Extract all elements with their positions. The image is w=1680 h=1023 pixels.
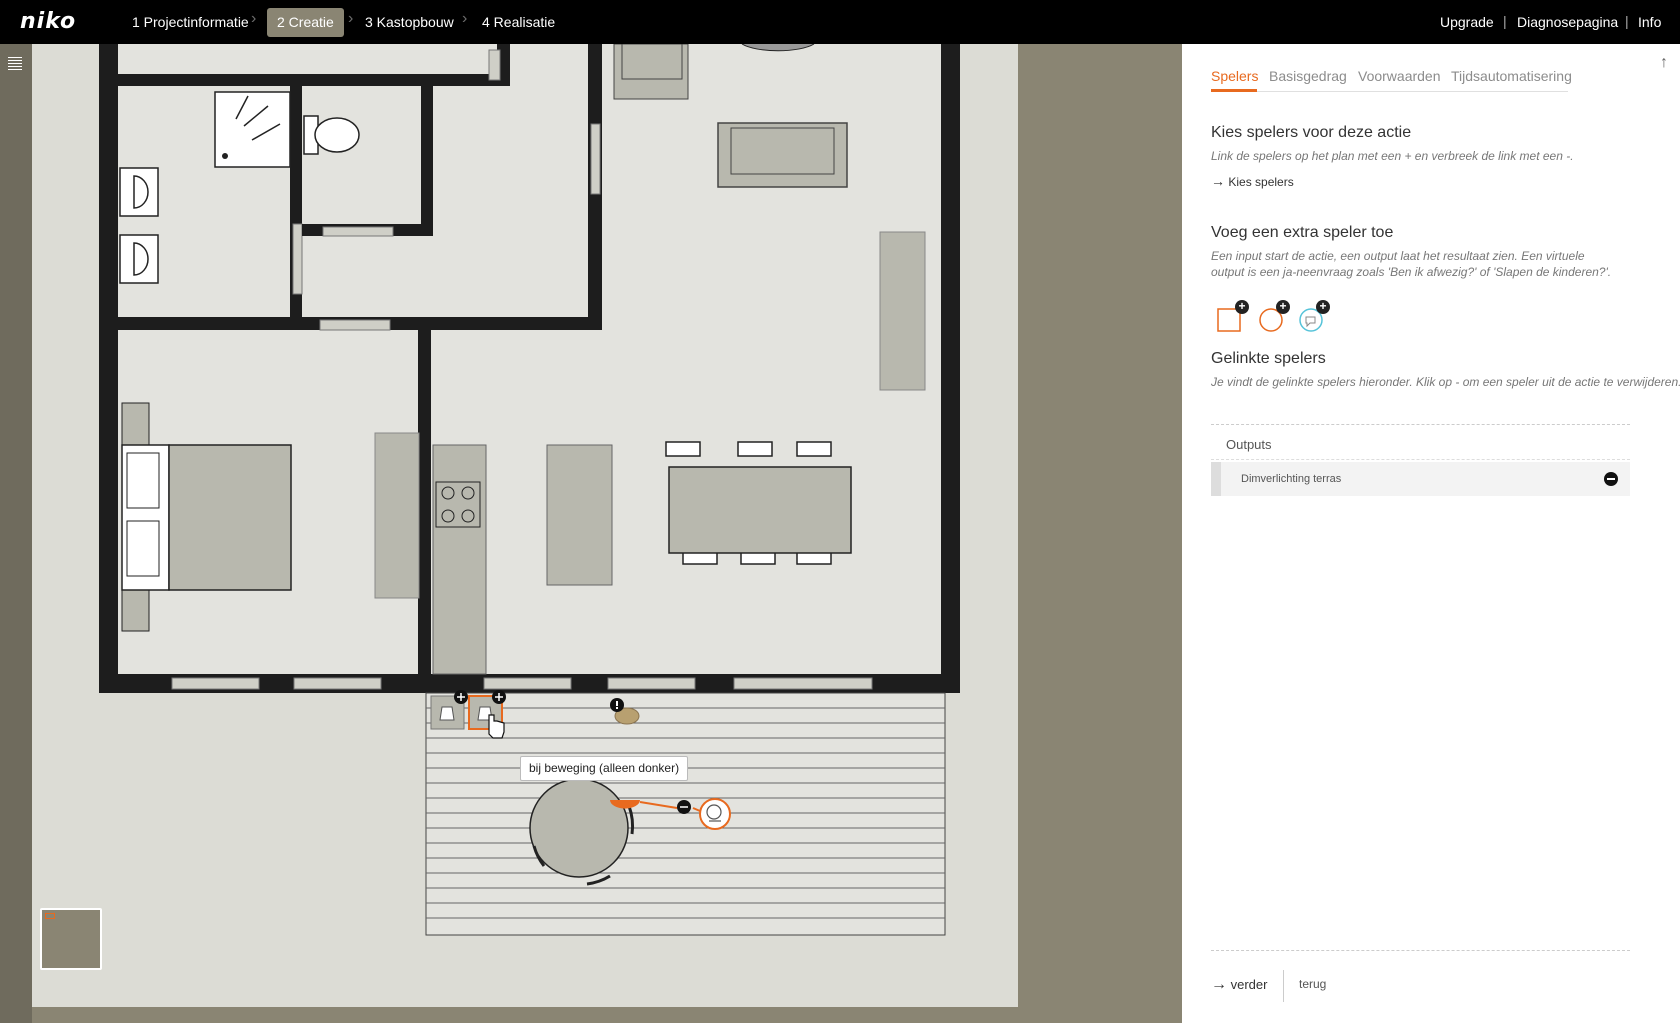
window [293,677,382,690]
tab-voorwaarden[interactable]: Voorwaarden [1358,68,1441,90]
window [171,677,260,690]
arrow-right-icon: → [1211,173,1225,189]
cabinet [879,231,926,391]
outputs-label: Outputs [1226,437,1272,452]
step-kastopbouw[interactable]: 3 Kastopbouw [355,8,464,37]
back-button[interactable]: terug [1299,977,1326,991]
switch-player-icon[interactable] [430,690,468,730]
diagnose-link[interactable]: Diagnosepagina [1517,14,1618,30]
remove-player-icon[interactable] [1604,472,1618,486]
step-projectinformatie[interactable]: 1 Projectinformatie [122,8,259,37]
niko-logo[interactable]: niko [20,9,76,34]
divider [1211,459,1630,460]
choose-players-title: Kies spelers voor deze actie [1211,124,1412,141]
choose-players-link-label: Kies spelers [1228,175,1294,189]
bed [168,444,292,591]
linked-player-row[interactable]: Dimverlichting terras [1211,462,1630,496]
list-menu-icon[interactable] [8,57,22,73]
chevron-right-icon: › [251,10,257,27]
window [733,677,873,690]
active-tab-indicator [1211,89,1257,92]
divider [1211,424,1630,425]
add-player-desc: Een input start de actie, een output laa… [1211,249,1612,279]
linked-players-desc: Je vindt de gelinkte spelers hieronder. … [1211,375,1680,389]
kitchen-counter [432,444,487,675]
top-bar: niko 1 Projectinformatie › 2 Creatie › 3… [0,0,1680,44]
linked-players-title: Gelinkte spelers [1211,350,1326,367]
tab-tijdsautomatisering[interactable]: Tijdsautomatisering [1451,68,1572,90]
remove-link-icon[interactable] [677,800,691,814]
window [483,677,572,690]
floor-plan-canvas[interactable]: bij beweging (alleen donker) [32,44,1018,1007]
properties-panel: ↑ Spelers Basisgedrag Voorwaarden Tijdsa… [1182,44,1680,1023]
row-marker [1211,462,1221,496]
add-input-button[interactable]: + [1217,300,1249,332]
divider [1211,950,1630,951]
choose-players-link[interactable]: → Kies spelers [1211,173,1294,189]
choose-players-desc: Link de spelers op het plan met een + en… [1211,149,1574,163]
plus-icon: + [1235,300,1249,314]
tab-bar-divider [1211,91,1568,92]
next-button[interactable]: → verder [1211,976,1267,994]
divider [1283,970,1284,1002]
plus-icon: + [1316,300,1330,314]
next-button-label: verder [1230,977,1268,992]
chevron-right-icon: › [348,10,354,27]
player-tooltip: bij beweging (alleen donker) [520,756,689,781]
window [607,677,696,690]
upgrade-link[interactable]: Upgrade [1440,14,1494,30]
add-virtual-output-button[interactable]: + [1298,300,1330,332]
linked-player-name: Dimverlichting terras [1241,473,1342,485]
floor-plan [99,44,960,936]
cooktop [435,481,481,528]
left-strip [0,44,32,1023]
toilet [314,117,360,153]
step-realisatie[interactable]: 4 Realisatie [472,8,565,37]
round-table [529,778,629,878]
dimmer-light-player-icon[interactable] [699,798,731,830]
info-link[interactable]: Info [1638,14,1661,30]
separator: | [1625,13,1629,29]
add-player-title: Voeg een extra speler toe [1211,224,1394,241]
tab-basisgedrag[interactable]: Basisgedrag [1269,68,1347,90]
separator: | [1503,13,1507,29]
arrow-right-icon: → [1211,976,1227,993]
add-output-button[interactable]: + [1258,300,1290,332]
wardrobe [374,432,420,599]
scroll-top-icon[interactable]: ↑ [1660,54,1668,72]
kitchen-island [546,444,613,586]
plus-icon: + [1276,300,1290,314]
tab-spelers[interactable]: Spelers [1211,68,1258,90]
chevron-right-icon: › [462,10,468,27]
minimap-thumbnail[interactable] [40,908,102,970]
minimap-viewport [45,913,55,919]
step-creatie[interactable]: 2 Creatie [267,8,344,37]
